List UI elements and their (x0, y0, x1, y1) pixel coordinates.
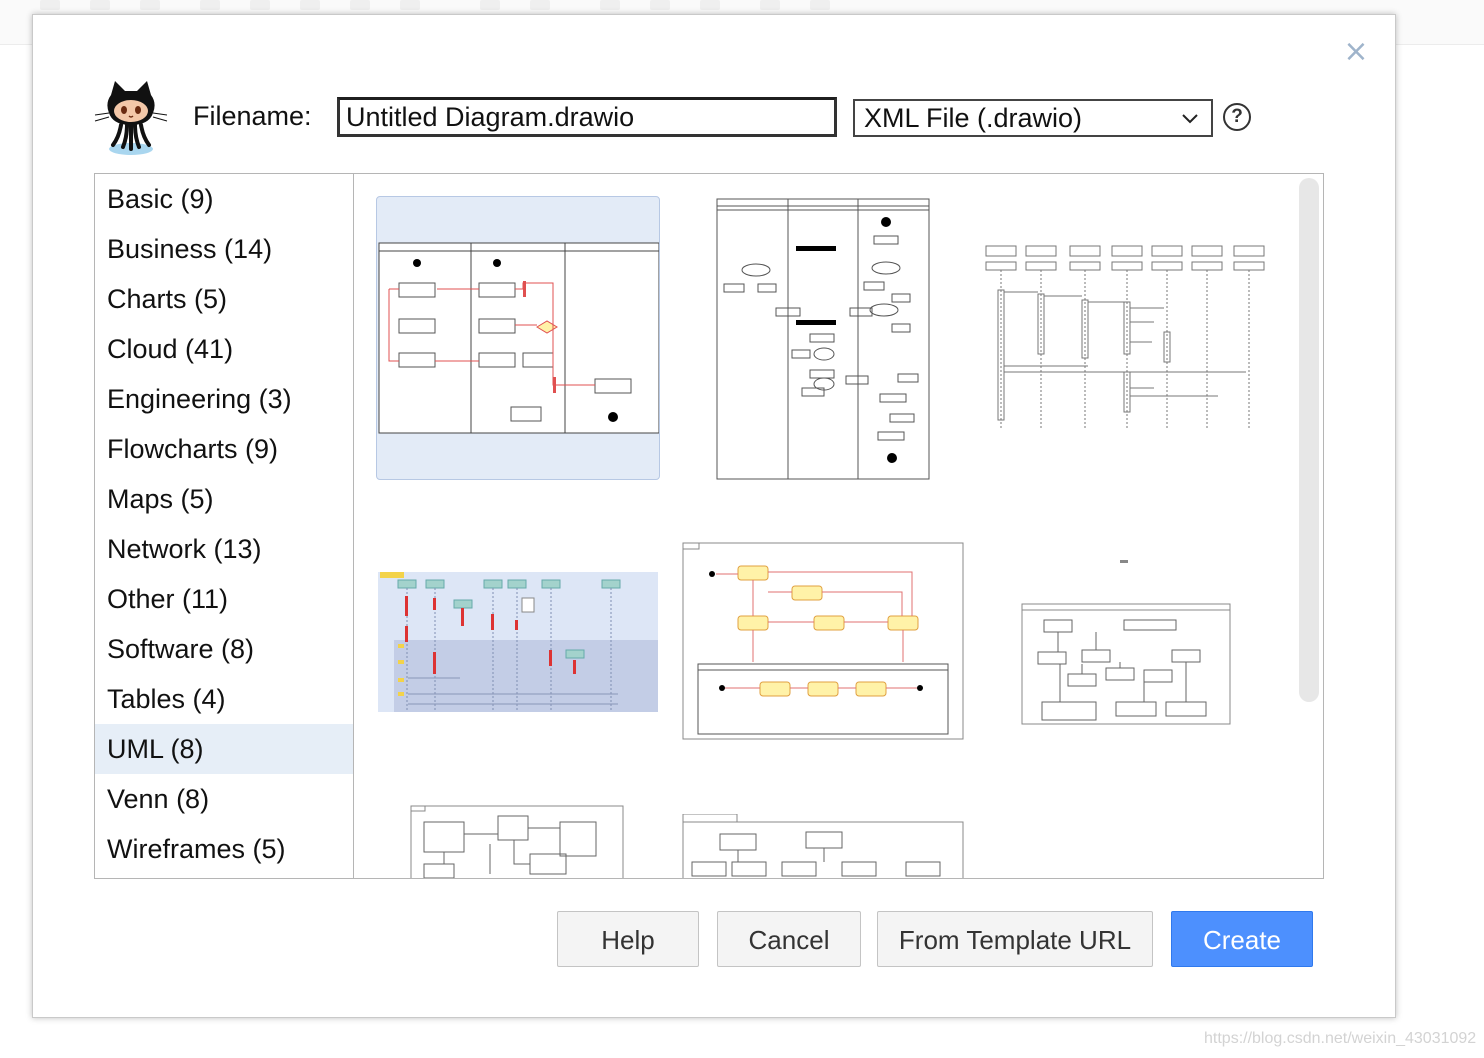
category-item[interactable]: Wireframes (5) (95, 824, 353, 874)
format-select[interactable]: XML File (.drawio) (853, 99, 1213, 137)
new-diagram-dialog: × Filename: XML File (.drawio) ? Basic (… (32, 14, 1396, 1018)
category-item[interactable]: Software (8) (95, 624, 353, 674)
close-icon[interactable]: × (1339, 37, 1373, 67)
category-item[interactable]: Engineering (3) (95, 374, 353, 424)
chevron-down-icon (1182, 114, 1198, 124)
toolbar-ghost-icon (530, 0, 550, 10)
toolbar-ghost-icon (400, 0, 420, 10)
category-item[interactable]: Maps (5) (95, 474, 353, 524)
template-uml-activity-swimlanes[interactable] (376, 196, 660, 480)
template-uml-class-package[interactable] (1020, 560, 1234, 730)
toolbar-ghost-icon (200, 0, 220, 10)
filename-label: Filename: (193, 101, 312, 131)
template-uml-class-diagram[interactable] (410, 804, 624, 878)
watermark: https://blog.csdn.net/weixin_43031092 (1204, 1030, 1477, 1047)
toolbar-ghost-icon (810, 0, 830, 10)
template-uml-sequence-lifelines[interactable] (984, 242, 1268, 432)
toolbar-ghost-icon (40, 0, 60, 10)
category-item[interactable]: Basic (9) (95, 174, 353, 224)
template-uml-activity-fork-join[interactable] (716, 198, 930, 480)
toolbar-ghost-icon (90, 0, 110, 10)
cancel-button[interactable]: Cancel (717, 911, 861, 967)
toolbar-ghost-icon (350, 0, 370, 10)
help-icon[interactable]: ? (1223, 103, 1251, 131)
from-template-url-button[interactable]: From Template URL (877, 911, 1153, 967)
category-item[interactable]: Other (11) (95, 574, 353, 624)
toolbar-ghost-icon (300, 0, 320, 10)
category-item[interactable]: Cloud (41) (95, 324, 353, 374)
template-uml-state-machine[interactable] (682, 542, 964, 740)
template-panel: Basic (9) Business (14) Charts (5) Cloud (4… (94, 173, 1324, 879)
category-item[interactable]: Tables (4) (95, 674, 353, 724)
category-item[interactable]: Venn (8) (95, 774, 353, 824)
toolbar-ghost-icon (700, 0, 720, 10)
template-uml-component-diagram[interactable] (682, 814, 964, 878)
toolbar-ghost-icon (760, 0, 780, 10)
category-item[interactable]: Network (13) (95, 524, 353, 574)
template-uml-sequence-colored[interactable] (378, 570, 660, 714)
category-item[interactable]: UML (8) (95, 724, 353, 774)
format-select-value: XML File (.drawio) (864, 103, 1083, 133)
category-item[interactable]: Charts (5) (95, 274, 353, 324)
category-list: Basic (9) Business (14) Charts (5) Cloud (4… (95, 174, 354, 878)
category-item[interactable]: Flowcharts (9) (95, 424, 353, 474)
create-button[interactable]: Create (1171, 911, 1313, 967)
octocat-icon (94, 81, 168, 155)
toolbar-ghost-icon (250, 0, 270, 10)
category-item[interactable]: Business (14) (95, 224, 353, 274)
help-button[interactable]: Help (557, 911, 699, 967)
toolbar-ghost-icon (140, 0, 160, 10)
templates-scrollbar[interactable] (1299, 178, 1319, 702)
toolbar-ghost-icon (600, 0, 620, 10)
template-grid (354, 174, 1323, 878)
toolbar-ghost-icon (650, 0, 670, 10)
filename-input[interactable] (337, 97, 837, 137)
toolbar-ghost-icon (480, 0, 500, 10)
